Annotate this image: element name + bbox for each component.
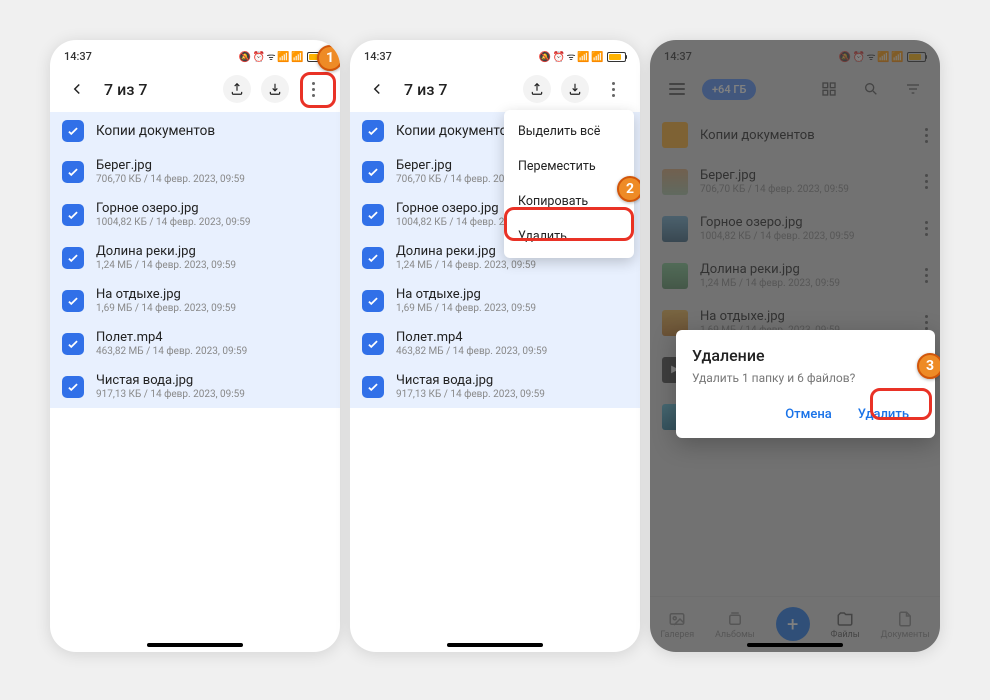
item-name: Берег.jpg	[96, 158, 324, 173]
selection-count: 7 из 7	[98, 80, 216, 99]
item-name: Чистая вода.jpg	[96, 373, 324, 388]
list-item[interactable]: На отдыхе.jpg1,69 МБ / 14 февр. 2023, 09…	[50, 279, 340, 322]
selection-checkbox[interactable]	[62, 333, 84, 355]
status-bar: 14:37 🔕 ⏰ ᯤ 📶 📶	[50, 40, 340, 66]
overflow-menu: Выделить всё Переместить Копировать Удал…	[504, 110, 634, 258]
selection-checkbox[interactable]	[62, 290, 84, 312]
file-list: Копии документов Берег.jpg706,70 КБ / 14…	[50, 112, 340, 652]
item-meta: 706,70 КБ / 14 февр. 2023, 09:59	[96, 174, 324, 185]
list-item[interactable]: Горное озеро.jpg1004,82 КБ / 14 февр. 20…	[50, 193, 340, 236]
callout-badge-1: 1	[317, 45, 340, 71]
menu-copy[interactable]: Копировать	[504, 184, 634, 219]
download-button[interactable]	[258, 72, 292, 106]
list-item[interactable]: Копии документов	[50, 112, 340, 150]
share-button[interactable]	[220, 72, 254, 106]
item-meta: 463,82 МБ / 14 февр. 2023, 09:59	[96, 346, 324, 357]
list-item[interactable]: Чистая вода.jpg917,13 КБ / 14 февр. 2023…	[350, 365, 640, 408]
status-time: 14:37	[64, 50, 92, 63]
list-item[interactable]: Чистая вода.jpg917,13 КБ / 14 февр. 2023…	[50, 365, 340, 408]
menu-delete[interactable]: Удалить	[504, 219, 634, 254]
selection-checkbox[interactable]	[362, 333, 384, 355]
overflow-menu-button[interactable]	[296, 72, 330, 106]
list-item[interactable]: Берег.jpg706,70 КБ / 14 февр. 2023, 09:5…	[50, 150, 340, 193]
selection-checkbox[interactable]	[62, 120, 84, 142]
home-indicator	[747, 643, 843, 647]
dialog-confirm-button[interactable]: Удалить	[848, 401, 919, 428]
home-indicator	[147, 643, 243, 647]
item-name: Полет.mp4	[396, 330, 624, 345]
selection-checkbox[interactable]	[362, 247, 384, 269]
item-name: Полет.mp4	[96, 330, 324, 345]
item-meta: 463,82 МБ / 14 февр. 2023, 09:59	[396, 346, 624, 357]
selection-checkbox[interactable]	[362, 120, 384, 142]
selection-checkbox[interactable]	[62, 204, 84, 226]
dialog-cancel-button[interactable]: Отмена	[775, 401, 842, 428]
selection-checkbox[interactable]	[362, 204, 384, 226]
list-item[interactable]: На отдыхе.jpg1,69 МБ / 14 февр. 2023, 09…	[350, 279, 640, 322]
selection-checkbox[interactable]	[62, 247, 84, 269]
callout-badge-3: 3	[917, 353, 940, 379]
menu-move[interactable]: Переместить	[504, 149, 634, 184]
selection-checkbox[interactable]	[62, 376, 84, 398]
selection-count: 7 из 7	[398, 80, 516, 99]
item-name: На отдыхе.jpg	[96, 287, 324, 302]
selection-checkbox[interactable]	[362, 376, 384, 398]
list-item[interactable]: Полет.mp4463,82 МБ / 14 февр. 2023, 09:5…	[350, 322, 640, 365]
selection-app-bar: 7 из 7	[350, 66, 640, 112]
list-item[interactable]: Долина реки.jpg1,24 МБ / 14 февр. 2023, …	[50, 236, 340, 279]
item-meta: 917,13 КБ / 14 февр. 2023, 09:59	[396, 389, 624, 400]
item-meta: 1,24 МБ / 14 февр. 2023, 09:59	[396, 260, 624, 271]
menu-select-all[interactable]: Выделить всё	[504, 114, 634, 149]
share-button[interactable]	[520, 72, 554, 106]
selection-app-bar: 7 из 7	[50, 66, 340, 112]
delete-dialog: Удаление Удалить 1 папку и 6 файлов? Отм…	[676, 330, 935, 438]
item-name: Долина реки.jpg	[96, 244, 324, 259]
selection-checkbox[interactable]	[362, 290, 384, 312]
dialog-message: Удалить 1 папку и 6 файлов?	[692, 371, 919, 385]
status-icons: 🔕 ⏰ ᯤ 📶 📶	[239, 49, 326, 63]
phone-screenshot-1: 14:37 🔕 ⏰ ᯤ 📶 📶 7 из 7 Копии документов …	[50, 40, 340, 652]
item-name: Копии документов	[96, 123, 324, 139]
status-icons: 🔕 ⏰ ᯤ 📶 📶	[539, 49, 626, 63]
item-meta: 917,13 КБ / 14 февр. 2023, 09:59	[96, 389, 324, 400]
phone-screenshot-3: 14:37 🔕 ⏰ ᯤ 📶 📶 +64 ГБ Копии документов …	[650, 40, 940, 652]
selection-checkbox[interactable]	[62, 161, 84, 183]
phone-screenshot-2: 14:37 🔕 ⏰ ᯤ 📶 📶 7 из 7 Копии документов …	[350, 40, 640, 652]
download-button[interactable]	[558, 72, 592, 106]
selection-checkbox[interactable]	[362, 161, 384, 183]
item-meta: 1,69 МБ / 14 февр. 2023, 09:59	[96, 303, 324, 314]
back-button[interactable]	[360, 72, 394, 106]
item-name: Чистая вода.jpg	[396, 373, 624, 388]
overflow-menu-button[interactable]	[596, 72, 630, 106]
dialog-title: Удаление	[692, 346, 919, 365]
status-time: 14:37	[364, 50, 392, 63]
status-bar: 14:37 🔕 ⏰ ᯤ 📶 📶	[350, 40, 640, 66]
item-name: Горное озеро.jpg	[96, 201, 324, 216]
list-item[interactable]: Полет.mp4463,82 МБ / 14 февр. 2023, 09:5…	[50, 322, 340, 365]
back-button[interactable]	[60, 72, 94, 106]
item-meta: 1004,82 КБ / 14 февр. 2023, 09:59	[96, 217, 324, 228]
item-name: На отдыхе.jpg	[396, 287, 624, 302]
item-meta: 1,24 МБ / 14 февр. 2023, 09:59	[96, 260, 324, 271]
callout-badge-2: 2	[617, 176, 640, 202]
home-indicator	[447, 643, 543, 647]
item-meta: 1,69 МБ / 14 февр. 2023, 09:59	[396, 303, 624, 314]
